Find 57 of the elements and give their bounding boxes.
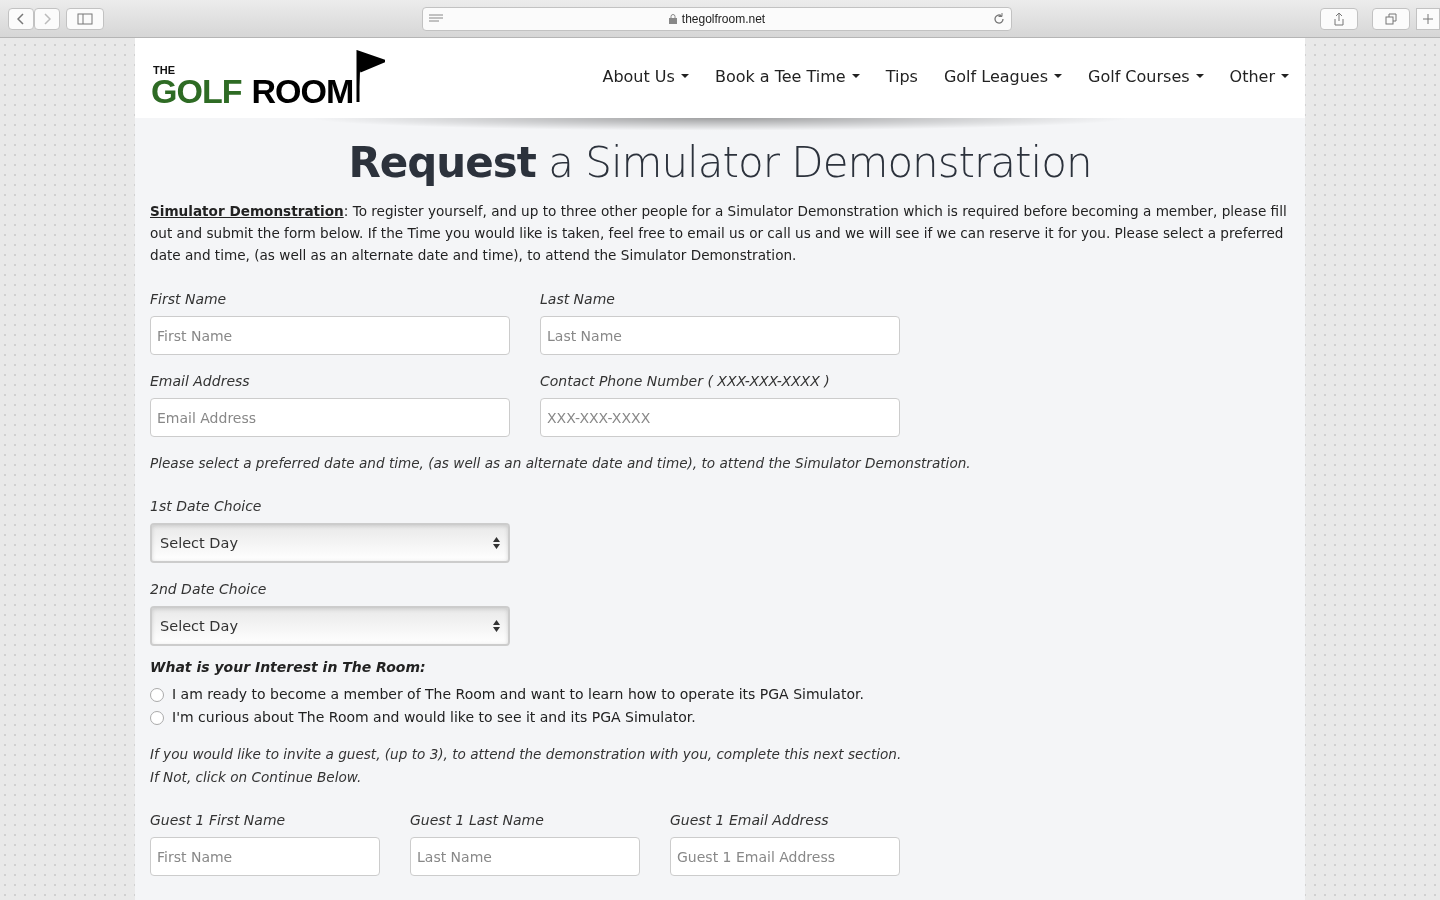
input-field[interactable]: Guest 1 Email Address — [670, 837, 900, 876]
stepper-icon — [493, 620, 500, 632]
schedule-note: Please select a preferred date and time, (as well as an alternate date and time), to attend the Simulator Demonstration. — [150, 454, 972, 473]
address-bar[interactable]: thegolfroom.net — [422, 6, 1012, 31]
input-field[interactable]: XXX-XXX-XXXX — [540, 398, 900, 437]
url-text: thegolfroom.net — [681, 11, 766, 26]
field-label: Contact Phone Number ( XXX-XXX-XXXX ) — [540, 372, 831, 390]
nav-link[interactable]: Tips — [885, 66, 918, 86]
flag-icon — [355, 50, 386, 102]
guest-note: If you would like to invite a guest, (up to 3), to attend the demonstration with you, complete this next section. If Not, click on Continue Below. — [150, 745, 903, 787]
day-select[interactable]: Select Day — [150, 523, 510, 563]
share-button[interactable] — [1320, 7, 1358, 30]
lock-icon — [668, 13, 677, 24]
chevron-left-icon — [17, 12, 25, 25]
intro-paragraph: Simulator Demonstration: To register yourself, and up to three other people for a Simulator Demonstration which is required before becoming a member, please fill out and submit the form below. If the Time you would like is taken, feel free to email us or call us and we will see if we can reserve it for you. Please select a preferred date and time, (as well as an alternate date and time), to attend the Simulator Demonstration. — [150, 202, 1288, 265]
chevron-right-icon — [43, 12, 51, 25]
tabs-icon — [1385, 12, 1397, 25]
field-label: Guest 1 Email Address — [670, 811, 830, 829]
day-select[interactable]: Select Day — [150, 606, 510, 646]
share-icon — [1333, 11, 1345, 26]
input-field[interactable]: First Name — [150, 316, 510, 355]
plus-icon — [1423, 13, 1433, 24]
back-button[interactable] — [8, 7, 34, 30]
sidebar-icon — [77, 12, 93, 25]
nav-link[interactable]: About Us — [602, 66, 689, 86]
field-label: Guest 1 Last Name — [410, 811, 545, 829]
nav-link[interactable]: Golf Courses — [1088, 66, 1204, 86]
input-field[interactable]: First Name — [150, 837, 380, 876]
field-label: Guest 1 First Name — [150, 811, 287, 829]
input-field[interactable]: Last Name — [410, 837, 640, 876]
field-label: First Name — [150, 290, 228, 308]
field-label: Last Name — [540, 290, 616, 308]
reader-icon[interactable] — [429, 14, 443, 23]
logo-text: ROOM — [251, 74, 354, 108]
nav-link[interactable]: Book a Tee Time — [714, 66, 860, 86]
reload-icon[interactable] — [993, 12, 1005, 25]
option-label: I'm curious about The Room and would like to see it and its PGA Simulator. — [172, 708, 696, 727]
nav-link[interactable]: Golf Leagues — [943, 66, 1062, 86]
input-field[interactable]: Email Address — [150, 398, 510, 437]
forward-button[interactable] — [34, 7, 60, 30]
golf-room-logo[interactable]: THE GOLF ROOM — [151, 48, 386, 108]
page-title: Request a Simulator Demonstration — [348, 138, 1092, 188]
radio-button[interactable] — [150, 687, 164, 702]
field-label: 1st Date Choice — [150, 497, 263, 515]
nav-link[interactable]: Other — [1229, 66, 1289, 86]
interest-heading: What is your Interest in The Room: — [150, 659, 427, 675]
radio-button[interactable] — [150, 710, 164, 725]
logo-text: THE — [153, 64, 175, 76]
sidebar-button[interactable] — [66, 7, 104, 30]
option-label: I am ready to become a member of The Room and want to learn how to operate its PGA Simulator. — [172, 685, 864, 704]
input-field[interactable]: Last Name — [540, 316, 900, 355]
field-label: 2nd Date Choice — [150, 580, 268, 598]
field-label: Email Address — [150, 372, 251, 390]
new-tab-button[interactable] — [1416, 7, 1440, 30]
tabs-button[interactable] — [1372, 7, 1410, 30]
stepper-icon — [493, 537, 500, 549]
logo-text: GOLF — [151, 74, 242, 108]
